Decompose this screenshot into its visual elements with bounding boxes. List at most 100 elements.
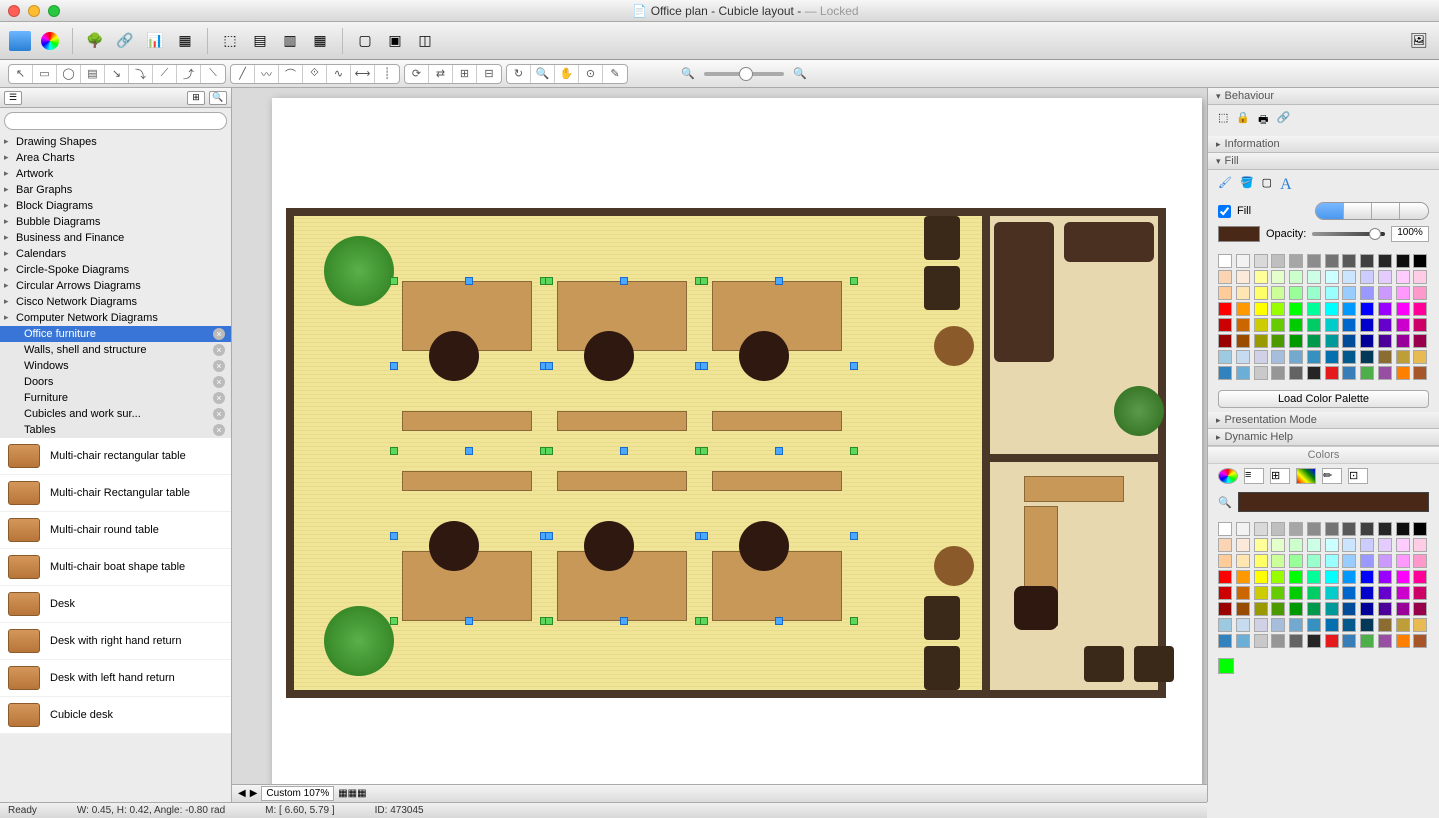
library-category[interactable]: Artwork <box>0 166 231 182</box>
resize-behaviour-icon[interactable]: ⬚ <box>1218 111 1228 130</box>
library-subcategory[interactable]: Cubicles and work sur...× <box>0 406 231 422</box>
color-swatch[interactable] <box>1378 602 1392 616</box>
color-swatch[interactable] <box>1254 618 1268 632</box>
color-swatch[interactable] <box>1360 334 1374 348</box>
library-category[interactable]: Bar Graphs <box>0 182 231 198</box>
shape-item[interactable]: Multi-chair round table <box>0 512 231 549</box>
connector-4-tool[interactable]: ⤴ <box>177 65 201 83</box>
color-swatch[interactable] <box>1236 538 1250 552</box>
align-tool-2-icon[interactable]: ▤ <box>248 29 272 53</box>
guest-chair-shape[interactable] <box>1084 646 1124 682</box>
color-swatch[interactable] <box>1271 586 1285 600</box>
dim-tool[interactable]: ⟷ <box>351 65 375 83</box>
color-swatch[interactable] <box>1378 554 1392 568</box>
side-chair-shape[interactable] <box>924 266 960 310</box>
color-swatch[interactable] <box>1413 318 1427 332</box>
page-thumbs-icon[interactable]: ▦▦▦ <box>338 788 366 799</box>
color-swatch[interactable] <box>1342 618 1356 632</box>
color-swatch[interactable] <box>1307 286 1321 300</box>
close-icon[interactable]: × <box>213 408 225 420</box>
close-icon[interactable]: × <box>213 392 225 404</box>
close-icon[interactable]: × <box>213 376 225 388</box>
color-swatch[interactable] <box>1396 522 1410 536</box>
color-swatch[interactable] <box>1378 366 1392 380</box>
color-swatch[interactable] <box>1289 554 1303 568</box>
flip-tool[interactable]: ⇄ <box>429 65 453 83</box>
color-swatch[interactable] <box>1342 538 1356 552</box>
arc-tool[interactable]: ⌒ <box>279 65 303 83</box>
color-swatch[interactable] <box>1271 366 1285 380</box>
library-category[interactable]: Business and Finance <box>0 230 231 246</box>
align-tool-1-icon[interactable]: ⬚ <box>218 29 242 53</box>
color-swatch[interactable] <box>1360 254 1374 268</box>
group-tool-icon[interactable]: ▦ <box>173 29 197 53</box>
color-swatch[interactable] <box>1342 554 1356 568</box>
color-swatch[interactable] <box>1236 634 1250 648</box>
spline-tool[interactable]: ∿ <box>327 65 351 83</box>
color-swatch[interactable] <box>1236 586 1250 600</box>
library-subcategory[interactable]: Furniture× <box>0 390 231 406</box>
gradient-fill-button[interactable] <box>1344 203 1372 219</box>
color-swatch[interactable] <box>1307 586 1321 600</box>
text-tab-icon[interactable]: A <box>1280 176 1292 194</box>
color-swatch[interactable] <box>1236 318 1250 332</box>
color-swatch[interactable] <box>1307 366 1321 380</box>
rect-tool[interactable]: ▭ <box>33 65 57 83</box>
cubicle-selected[interactable] <box>704 281 854 451</box>
color-swatch[interactable] <box>1307 302 1321 316</box>
color-swatch[interactable] <box>1325 554 1339 568</box>
color-swatch[interactable] <box>1413 602 1427 616</box>
zoom-tool[interactable]: 🔍 <box>531 65 555 83</box>
color-swatch[interactable] <box>1307 318 1321 332</box>
color-swatch[interactable] <box>1360 286 1374 300</box>
color-swatch[interactable] <box>1307 350 1321 364</box>
sofa-shape[interactable] <box>1064 222 1154 262</box>
crayon-picker-icon[interactable]: ✏ <box>1322 468 1342 484</box>
connector-1-tool[interactable]: ↘ <box>105 65 129 83</box>
color-swatch[interactable] <box>1378 318 1392 332</box>
color-swatch[interactable] <box>1360 350 1374 364</box>
color-swatch[interactable] <box>1413 350 1427 364</box>
color-swatch[interactable] <box>1396 538 1410 552</box>
color-swatch[interactable] <box>1307 522 1321 536</box>
palette-picker-icon[interactable]: ⊞ <box>1270 468 1290 484</box>
color-swatch[interactable] <box>1396 570 1410 584</box>
color-swatch[interactable] <box>1325 334 1339 348</box>
color-swatch[interactable] <box>1254 586 1268 600</box>
color-swatch[interactable] <box>1289 254 1303 268</box>
color-swatch[interactable] <box>1218 602 1232 616</box>
color-swatch[interactable] <box>1271 522 1285 536</box>
color-swatch[interactable] <box>1413 302 1427 316</box>
color-swatch[interactable] <box>1307 618 1321 632</box>
color-swatch[interactable] <box>1342 350 1356 364</box>
shape-item[interactable]: Desk with right hand return <box>0 623 231 660</box>
color-swatch[interactable] <box>1254 366 1268 380</box>
color-swatch[interactable] <box>1378 270 1392 284</box>
align-tool-3-icon[interactable]: ▥ <box>278 29 302 53</box>
image-fill-button[interactable] <box>1400 203 1428 219</box>
plant-shape[interactable] <box>324 606 394 676</box>
color-wheel-icon[interactable] <box>38 29 62 53</box>
color-swatch[interactable] <box>1271 334 1285 348</box>
color-swatch[interactable] <box>1218 334 1232 348</box>
color-swatch[interactable] <box>1271 538 1285 552</box>
color-swatch[interactable] <box>1360 302 1374 316</box>
fill-checkbox[interactable] <box>1218 205 1231 218</box>
library-category[interactable]: Computer Network Diagrams <box>0 310 231 326</box>
color-swatch[interactable] <box>1271 286 1285 300</box>
cubicle-selected[interactable] <box>704 451 854 621</box>
presentation-panel-header[interactable]: Presentation Mode <box>1208 412 1439 429</box>
color-swatch[interactable] <box>1289 570 1303 584</box>
color-swatch[interactable] <box>1360 634 1374 648</box>
shape-item[interactable]: Multi-chair Rectangular table <box>0 475 231 512</box>
search-tab[interactable]: 🔍 <box>209 91 227 105</box>
zoom-window-button[interactable] <box>48 5 60 17</box>
color-swatch[interactable] <box>1218 270 1232 284</box>
color-swatch[interactable] <box>1289 602 1303 616</box>
library-category[interactable]: Drawing Shapes <box>0 134 231 150</box>
color-swatch[interactable] <box>1218 302 1232 316</box>
color-swatch[interactable] <box>1307 538 1321 552</box>
color-swatch[interactable] <box>1254 538 1268 552</box>
poly-tool[interactable]: ⟐ <box>303 65 327 83</box>
color-swatch[interactable] <box>1236 286 1250 300</box>
